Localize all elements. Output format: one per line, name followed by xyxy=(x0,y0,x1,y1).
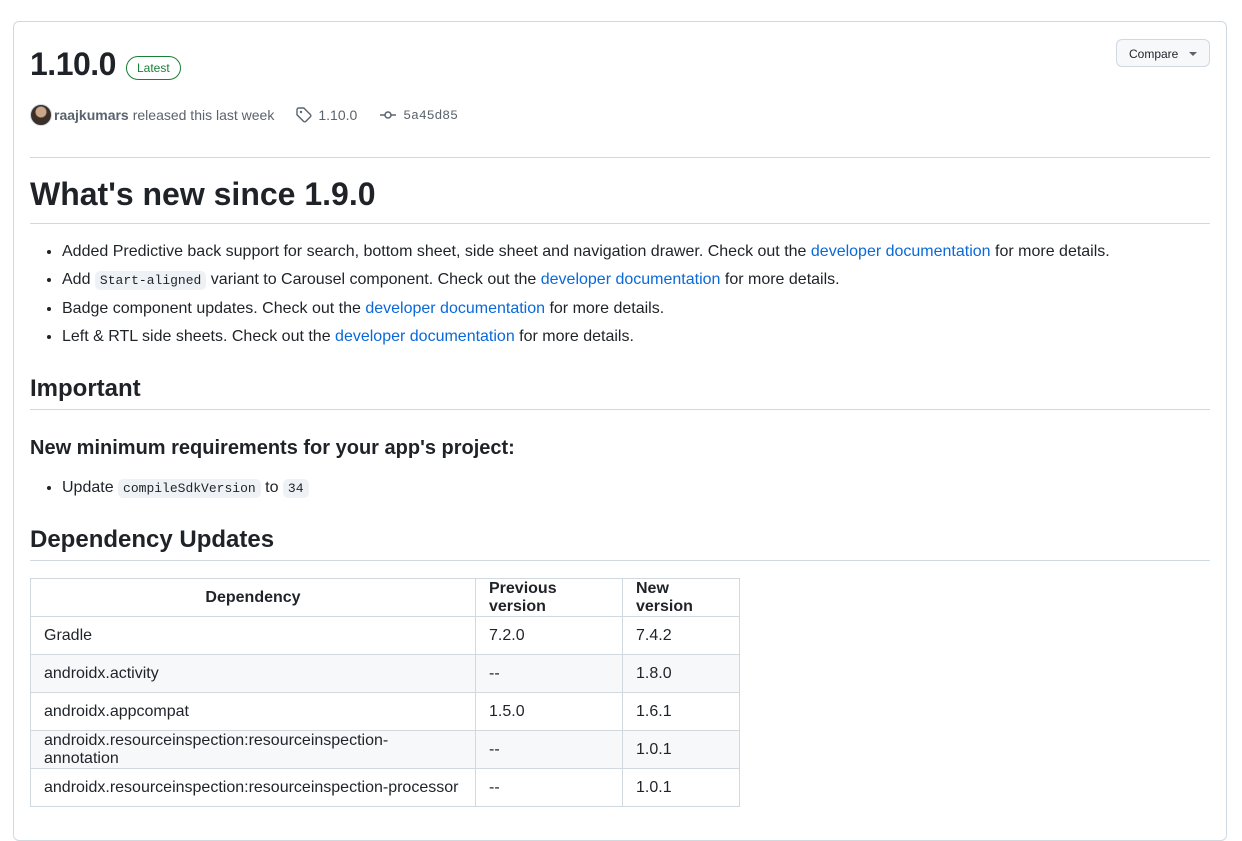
divider xyxy=(30,223,1210,224)
table-cell: -- xyxy=(475,768,623,807)
author-link[interactable]: raajkumars xyxy=(54,107,129,123)
table-row: androidx.resourceinspection:resourceinsp… xyxy=(30,730,740,769)
table-cell: 1.0.1 xyxy=(622,768,740,807)
avatar[interactable] xyxy=(30,104,52,126)
divider xyxy=(30,157,1210,158)
commit-link[interactable]: 5a45d85 xyxy=(379,107,458,123)
table-cell: Gradle xyxy=(30,616,476,655)
table-cell: androidx.resourceinspection:resourceinsp… xyxy=(30,730,476,769)
inline-code: compileSdkVersion xyxy=(118,479,261,498)
dependency-table: Dependency Previous version New version … xyxy=(30,578,740,807)
list-item: Added Predictive back support for search… xyxy=(62,238,1110,266)
tag-icon xyxy=(296,107,312,123)
commit-icon xyxy=(379,107,397,123)
tag-link[interactable]: 1.10.0 xyxy=(296,107,357,123)
table-cell: 7.2.0 xyxy=(475,616,623,655)
column-header-previous-version: Previous version xyxy=(475,578,623,617)
compare-button-label: Compare xyxy=(1129,47,1179,61)
release-card: 1.10.0 Latest Compare raajkumars release… xyxy=(13,21,1227,841)
inline-code: 34 xyxy=(282,479,309,498)
column-header-new-version: New version xyxy=(622,578,740,617)
list-item: Badge component updates. Check out the d… xyxy=(62,295,1110,323)
list-item: Update compileSdkVersion to 34 xyxy=(62,474,309,503)
list-item: Left & RTL side sheets. Check out the de… xyxy=(62,323,1110,351)
table-cell: androidx.appcompat xyxy=(30,692,476,731)
table-header-row: Dependency Previous version New version xyxy=(30,578,740,617)
list-item: Add Start-aligned variant to Carousel co… xyxy=(62,266,1110,295)
table-row: androidx.resourceinspection:resourceinsp… xyxy=(30,768,740,807)
table-row: Gradle 7.2.0 7.4.2 xyxy=(30,616,740,655)
requirements-heading: New minimum requirements for your app's … xyxy=(30,437,515,459)
released-text: released this last week xyxy=(132,107,275,123)
divider xyxy=(30,560,1210,561)
table-row: androidx.activity -- 1.8.0 xyxy=(30,654,740,693)
table-cell: 1.0.1 xyxy=(622,730,740,769)
table-cell: 1.8.0 xyxy=(622,654,740,693)
requirements-list: Update compileSdkVersion to 34 xyxy=(30,474,309,503)
divider xyxy=(30,409,1210,410)
whats-new-heading: What's new since 1.9.0 xyxy=(30,176,376,212)
release-meta: raajkumars released this last week 1.10.… xyxy=(30,104,458,126)
table-cell: 7.4.2 xyxy=(622,616,740,655)
latest-badge: Latest xyxy=(126,56,181,80)
developer-docs-link[interactable]: developer documentation xyxy=(335,328,515,345)
column-header-dependency: Dependency xyxy=(30,578,476,617)
commit-label: 5a45d85 xyxy=(403,107,458,123)
table-cell: 1.6.1 xyxy=(622,692,740,731)
table-cell: androidx.resourceinspection:resourceinsp… xyxy=(30,768,476,807)
table-cell: androidx.activity xyxy=(30,654,476,693)
table-cell: -- xyxy=(475,730,623,769)
important-heading: Important xyxy=(30,375,141,402)
developer-docs-link[interactable]: developer documentation xyxy=(811,243,991,260)
compare-button[interactable]: Compare xyxy=(1116,39,1210,67)
table-cell: -- xyxy=(475,654,623,693)
release-title[interactable]: 1.10.0 xyxy=(30,46,116,83)
developer-docs-link[interactable]: developer documentation xyxy=(541,271,721,288)
inline-code: Start-aligned xyxy=(94,271,207,290)
tag-label: 1.10.0 xyxy=(318,107,358,123)
developer-docs-link[interactable]: developer documentation xyxy=(365,300,545,317)
whats-new-list: Added Predictive back support for search… xyxy=(30,238,1110,351)
chevron-down-icon xyxy=(1189,52,1197,56)
table-row: androidx.appcompat 1.5.0 1.6.1 xyxy=(30,692,740,731)
dependency-updates-heading: Dependency Updates xyxy=(30,526,275,553)
table-cell: 1.5.0 xyxy=(475,692,623,731)
